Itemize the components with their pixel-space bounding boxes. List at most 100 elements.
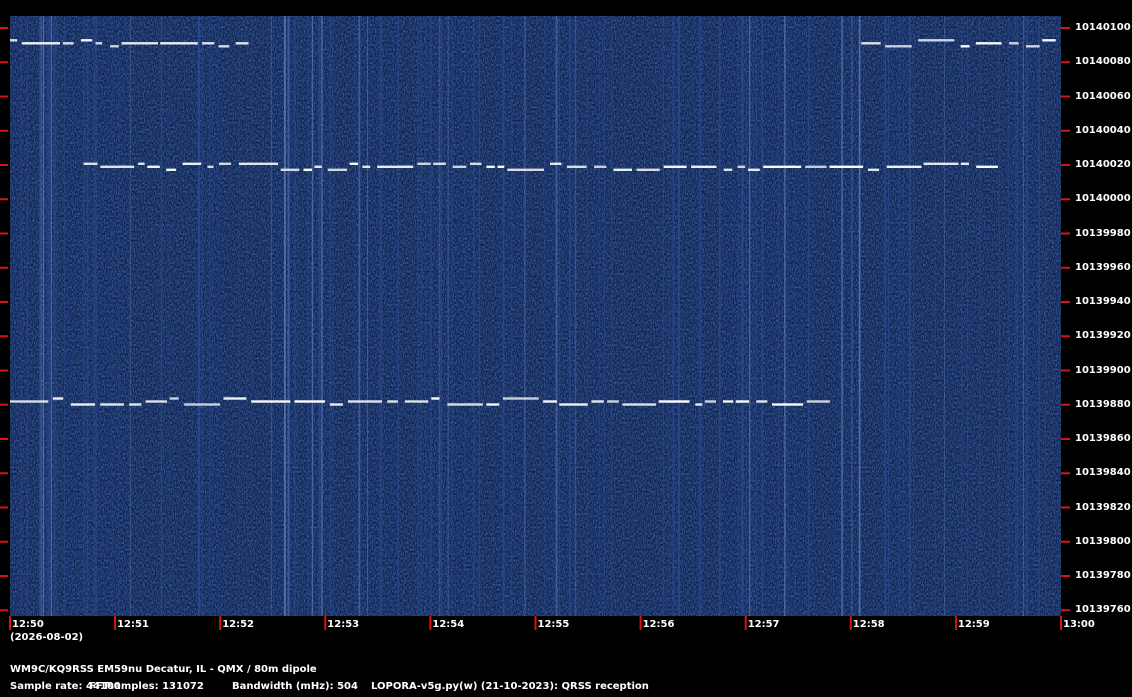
y-tick-label: 10139880 xyxy=(1075,398,1131,410)
signal-segment xyxy=(918,39,955,42)
signal-segment xyxy=(303,168,312,171)
signal-segment xyxy=(566,165,587,168)
signal-segment xyxy=(486,403,500,406)
signal-segment xyxy=(861,42,881,45)
signal-segment xyxy=(431,397,440,400)
x-axis-ticks xyxy=(9,616,1062,630)
signal-segment xyxy=(976,165,998,168)
signal-segment xyxy=(21,42,60,45)
signal-segment xyxy=(169,397,179,400)
y-tick-label: 10140020 xyxy=(1075,159,1131,170)
x-tick-label: 12:58 xyxy=(852,619,885,630)
signal-segment xyxy=(377,165,414,168)
y-tick-label: 10139780 xyxy=(1075,570,1131,581)
signal-segment xyxy=(748,168,760,171)
signal-segment xyxy=(829,165,864,168)
signal-segment xyxy=(80,39,93,42)
signal-segment xyxy=(704,400,716,403)
signal-segment xyxy=(145,400,168,403)
signal-segment xyxy=(238,162,278,165)
signal-segment xyxy=(1009,42,1019,45)
y-tick-label: 10139760 xyxy=(1075,604,1131,616)
fft-samples: FFTsamples: 131072 xyxy=(89,681,204,692)
signal-segment xyxy=(294,400,325,403)
y-tick-label: 10140000 xyxy=(1075,193,1131,205)
signal-segment xyxy=(314,165,322,168)
x-tick-label: 12:53 xyxy=(327,619,360,630)
signal-segment xyxy=(805,165,827,168)
signal-segment xyxy=(147,165,160,168)
signal-segment xyxy=(594,165,607,168)
signal-segment xyxy=(182,162,202,165)
x-tick-label: 12:56 xyxy=(642,619,675,630)
y-tick-label: 10139820 xyxy=(1075,501,1131,513)
bandwidth: Bandwidth (mHz): 504 xyxy=(232,681,358,692)
signal-segment xyxy=(70,403,96,406)
signal-segment xyxy=(663,165,687,168)
signal-segment xyxy=(452,165,467,168)
x-tick-label: 12:57 xyxy=(747,619,780,630)
signal-segment xyxy=(763,165,802,168)
signal-segment xyxy=(559,403,588,406)
signal-segment xyxy=(280,168,300,171)
signal-segment xyxy=(543,400,557,403)
signal-segment xyxy=(362,165,371,168)
signal-segment xyxy=(1042,39,1056,42)
y-tick-label: 10139940 xyxy=(1075,296,1131,307)
signal-segment xyxy=(52,397,64,400)
date-label: (2026-08-02) xyxy=(10,632,84,643)
y-tick-label: 10140100 xyxy=(1075,22,1131,33)
x-tick-label: 12:50 xyxy=(12,619,44,630)
signal-segment xyxy=(923,162,959,165)
signal-segment xyxy=(447,403,483,406)
signal-segment xyxy=(223,397,247,400)
y-tick-label: 10139960 xyxy=(1075,261,1131,273)
y-tick-label: 10139800 xyxy=(1075,535,1131,547)
signal-segment xyxy=(735,400,750,403)
signal-segment xyxy=(10,39,18,42)
signal-segment xyxy=(202,42,215,45)
x-tick-label: 12:55 xyxy=(537,619,570,630)
x-tick-label: 13:00 xyxy=(1063,619,1095,630)
signal-segment xyxy=(960,45,970,48)
signal-segment xyxy=(975,42,1002,45)
software-info: LOPORA-v5g.py(w) (21-10-2023): QRSS rece… xyxy=(371,681,649,692)
signal-segment xyxy=(756,400,768,403)
y-tick-label: 10140040 xyxy=(1075,124,1131,136)
signal-segment xyxy=(636,168,660,171)
signal-segment xyxy=(129,403,142,406)
station-info: WM9C/KQ9RSS EM59nu Decatur, IL - QMX / 8… xyxy=(10,664,317,675)
signal-segment xyxy=(184,403,221,406)
signal-segment xyxy=(235,42,249,45)
signal-segment xyxy=(497,165,505,168)
signal-segment xyxy=(251,400,291,403)
x-tick-label: 12:54 xyxy=(432,619,465,630)
signal-segment xyxy=(607,400,619,403)
signal-segment xyxy=(960,162,969,165)
signal-segment xyxy=(218,45,230,48)
signal-segment xyxy=(417,162,431,165)
signal-segment xyxy=(83,162,98,165)
signal-segment xyxy=(695,403,703,406)
x-tick-label: 12:59 xyxy=(957,619,990,630)
signal-segment xyxy=(502,397,539,400)
y-tick-label: 10140060 xyxy=(1075,90,1131,102)
signal-segment xyxy=(470,162,482,165)
signal-segment xyxy=(10,400,49,403)
signal-segment xyxy=(166,168,177,171)
signal-segment xyxy=(613,168,632,171)
signal-segment xyxy=(121,42,158,45)
signal-segment xyxy=(110,45,119,48)
signal-segment xyxy=(591,400,604,403)
signal-segment xyxy=(1025,45,1040,48)
signal-segment xyxy=(868,168,879,171)
y-tick-label: 10139860 xyxy=(1075,433,1131,444)
signal-segment xyxy=(100,165,135,168)
signal-segment xyxy=(349,162,359,165)
x-tick-label: 12:52 xyxy=(222,619,255,630)
signal-segment xyxy=(219,162,232,165)
signal-segment xyxy=(100,403,124,406)
signal-segment xyxy=(329,403,343,406)
signal-segment xyxy=(207,165,214,168)
signal-segment xyxy=(404,400,429,403)
